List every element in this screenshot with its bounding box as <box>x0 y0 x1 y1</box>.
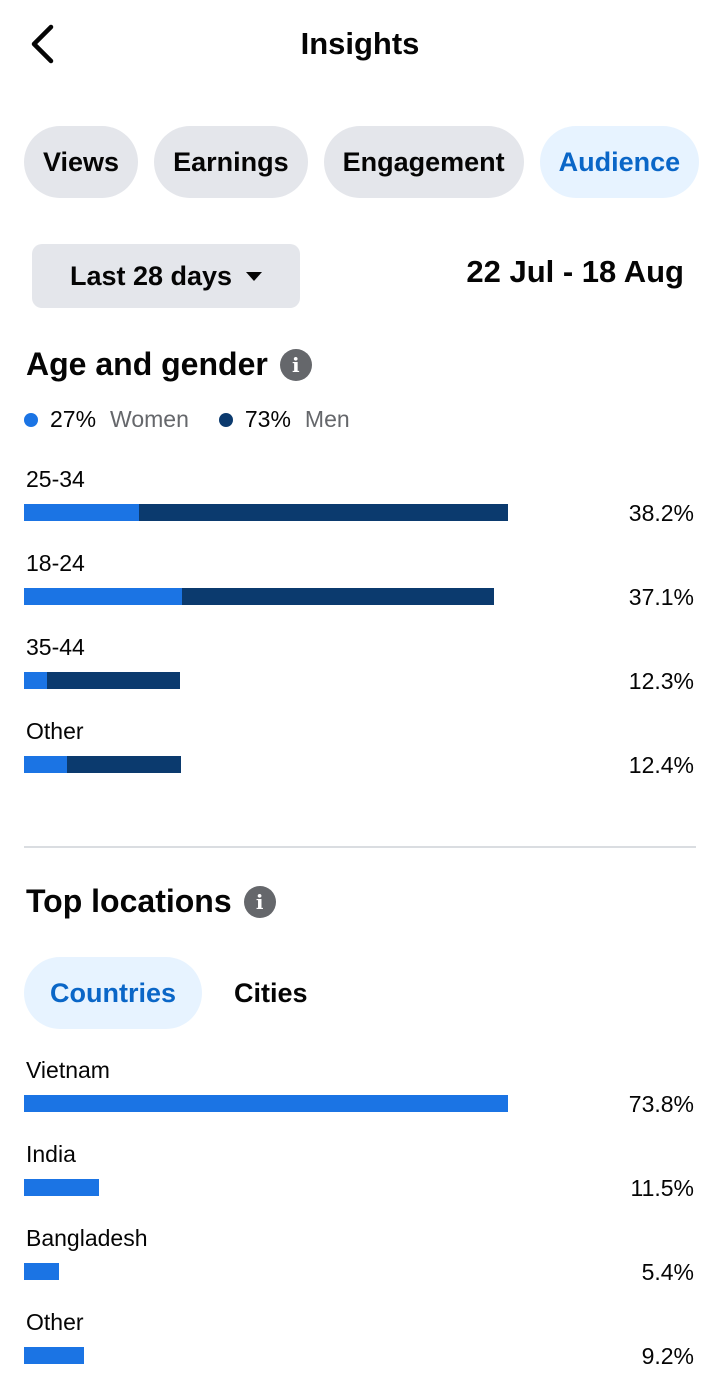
age-value: 12.3% <box>628 668 694 694</box>
age-row: 35-44 12.3% <box>24 634 696 704</box>
location-label: Bangladesh <box>26 1225 148 1251</box>
men-pct: 73% <box>244 406 291 432</box>
age-row: 25-34 38.2% <box>24 466 696 536</box>
top-locations-title: Top locations <box>26 883 232 919</box>
location-subtabs: Countries Cities <box>24 957 334 1029</box>
date-range-label: Last 28 days <box>69 260 233 291</box>
men-dot-icon <box>218 412 233 427</box>
page-title: Insights <box>300 26 420 61</box>
men-segment <box>47 672 180 689</box>
location-bar <box>24 1095 508 1112</box>
women-pct: 27% <box>50 406 97 432</box>
location-value: 73.8% <box>628 1091 694 1117</box>
caret-down-icon <box>246 271 263 281</box>
age-row: Other 12.4% <box>24 718 696 788</box>
location-value: 11.5% <box>630 1175 694 1201</box>
tab-views[interactable]: Views <box>24 126 139 198</box>
age-label: 25-34 <box>26 466 85 492</box>
age-bar <box>24 672 508 689</box>
location-row: Bangladesh 5.4% <box>24 1225 696 1295</box>
subtab-countries[interactable]: Countries <box>24 957 203 1029</box>
age-label: Other <box>26 718 84 744</box>
top-locations-heading: Top locations i <box>26 883 276 920</box>
age-value: 12.4% <box>628 752 694 778</box>
age-row: 18-24 37.1% <box>24 550 696 620</box>
insights-tabs: Views Earnings Engagement Audience <box>24 126 700 198</box>
age-bar <box>24 588 508 605</box>
location-bar <box>24 1179 508 1196</box>
tab-earnings[interactable]: Earnings <box>154 126 308 198</box>
women-dot-icon <box>24 412 38 427</box>
location-value: 5.4% <box>641 1259 694 1285</box>
gender-legend: 27% Women 73% Men <box>24 406 380 433</box>
info-icon[interactable]: i <box>243 885 276 918</box>
subtab-cities[interactable]: Cities <box>208 957 334 1029</box>
tab-engagement[interactable]: Engagement <box>323 126 524 198</box>
age-label: 35-44 <box>26 634 85 660</box>
top-bar: Insights <box>0 0 720 90</box>
women-segment <box>24 504 139 521</box>
men-segment <box>181 588 495 605</box>
location-label: Vietnam <box>26 1057 110 1083</box>
age-value: 38.2% <box>628 500 694 526</box>
age-label: 18-24 <box>26 550 85 576</box>
location-label: India <box>26 1141 76 1167</box>
women-label: Women <box>110 406 189 432</box>
men-segment <box>138 504 508 521</box>
location-bar-fill <box>24 1095 508 1112</box>
women-segment <box>24 588 182 605</box>
age-bar <box>24 504 508 521</box>
location-bar-fill <box>24 1179 100 1196</box>
men-label: Men <box>304 406 350 432</box>
section-divider <box>24 846 696 848</box>
men-segment <box>67 756 182 773</box>
info-icon[interactable]: i <box>279 348 312 381</box>
tab-audience[interactable]: Audience <box>539 126 700 198</box>
location-bar-fill <box>24 1347 85 1364</box>
location-row: Vietnam 73.8% <box>24 1057 696 1127</box>
location-bar <box>24 1347 508 1364</box>
age-value: 37.1% <box>628 584 694 610</box>
location-value: 9.2% <box>641 1343 694 1369</box>
date-range-dropdown[interactable]: Last 28 days <box>32 244 300 308</box>
location-bar-fill <box>24 1263 60 1280</box>
location-row: India 11.5% <box>24 1141 696 1211</box>
location-row: Other 9.2% <box>24 1309 696 1379</box>
age-gender-title: Age and gender <box>26 346 268 382</box>
location-label: Other <box>26 1309 84 1335</box>
location-bar <box>24 1263 508 1280</box>
age-gender-heading: Age and gender i <box>26 346 312 383</box>
age-bar <box>24 756 508 773</box>
women-segment <box>24 756 68 773</box>
date-range-text: 22 Jul - 18 Aug <box>466 254 684 289</box>
women-segment <box>24 672 48 689</box>
